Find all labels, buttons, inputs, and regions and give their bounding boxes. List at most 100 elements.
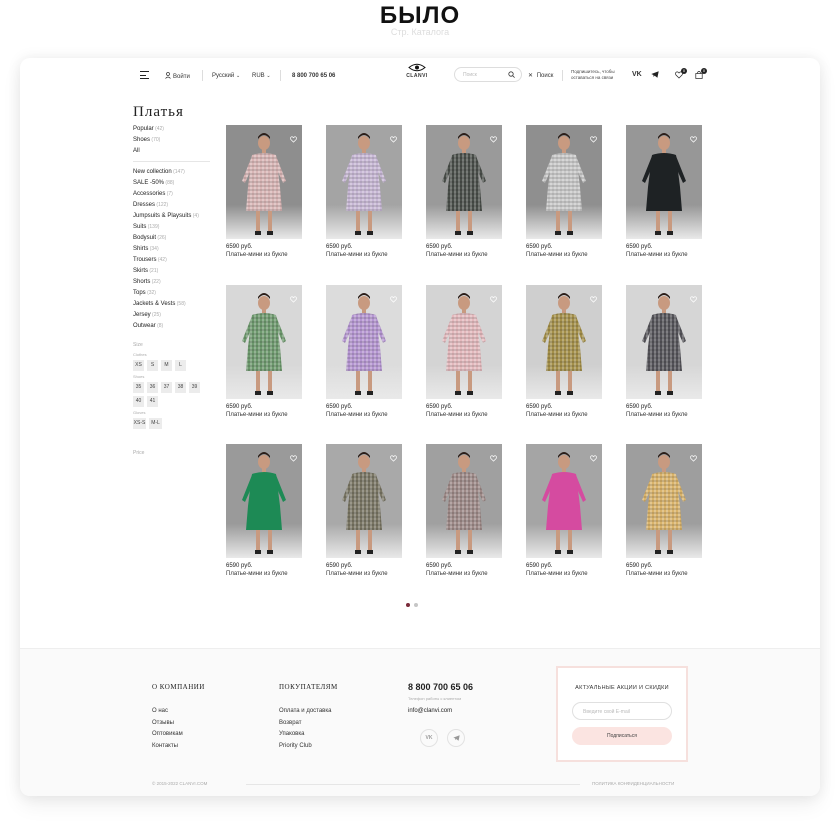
product-photo[interactable] xyxy=(326,285,402,399)
sidebar-category-9[interactable]: Skirts (21) xyxy=(133,266,213,277)
product-photo[interactable] xyxy=(526,285,602,399)
product-photo[interactable] xyxy=(326,444,402,558)
product-card[interactable]: 6590 руб. Платье-мини из букле xyxy=(326,444,402,579)
header-phone[interactable]: 8 800 700 65 06 xyxy=(292,72,335,80)
product-name[interactable]: Платье-мини из букле xyxy=(326,570,402,579)
product-name[interactable]: Платье-мини из букле xyxy=(426,411,502,420)
heart-icon[interactable] xyxy=(690,449,697,467)
product-card[interactable]: 6590 руб. Платье-мини из букле xyxy=(326,285,402,420)
product-card[interactable]: 6590 руб. Платье-мини из букле xyxy=(526,285,602,420)
product-photo[interactable] xyxy=(426,285,502,399)
sidebar-category-4[interactable]: Jumpsuits & Playsuits (4) xyxy=(133,211,213,222)
footer-company-link-3[interactable]: Контакты xyxy=(152,741,205,753)
product-name[interactable]: Платье-мини из букле xyxy=(326,251,402,260)
cart-button[interactable]: 0 xyxy=(695,68,707,79)
sidebar-category-8[interactable]: Trousers (42) xyxy=(133,255,213,266)
size-option[interactable]: M xyxy=(161,360,172,371)
footer-email[interactable]: info@clanvi.com xyxy=(408,708,452,714)
size-option[interactable]: 40 xyxy=(133,396,144,407)
sidebar-category-11[interactable]: Tops (32) xyxy=(133,288,213,299)
sidebar-top-link-0[interactable]: Popular (42) xyxy=(133,124,213,135)
search-close[interactable]: ✕ Поиск xyxy=(528,72,553,80)
heart-icon[interactable] xyxy=(690,130,697,148)
sidebar-top-link-2[interactable]: All xyxy=(133,146,213,157)
product-card[interactable]: 6590 руб. Платье-мини из букле xyxy=(226,125,302,260)
product-name[interactable]: Платье-мини из букле xyxy=(526,251,602,260)
subscribe-button[interactable]: Подписаться xyxy=(572,727,672,745)
product-card[interactable]: 6590 руб. Платье-мини из букле xyxy=(226,444,302,579)
heart-icon[interactable] xyxy=(290,290,297,308)
menu-icon[interactable] xyxy=(140,71,149,79)
product-card[interactable]: 6590 руб. Платье-мини из букле xyxy=(426,125,502,260)
size-option[interactable]: XS xyxy=(133,360,144,371)
pagination-dot[interactable] xyxy=(414,603,418,607)
product-photo[interactable] xyxy=(626,285,702,399)
product-card[interactable]: 6590 руб. Платье-мини из букле xyxy=(526,444,602,579)
size-option[interactable]: L xyxy=(175,360,186,371)
pagination-dot[interactable] xyxy=(406,603,410,607)
sidebar-category-13[interactable]: Jersey (25) xyxy=(133,310,213,321)
product-photo[interactable] xyxy=(226,125,302,239)
product-name[interactable]: Платье-мини из букле xyxy=(226,570,302,579)
heart-icon[interactable] xyxy=(490,130,497,148)
product-photo[interactable] xyxy=(526,125,602,239)
sidebar-category-5[interactable]: Suits (139) xyxy=(133,222,213,233)
size-option[interactable]: 36 xyxy=(147,382,158,393)
product-card[interactable]: 6590 руб. Платье-мини из букле xyxy=(626,125,702,260)
product-name[interactable]: Платье-мини из букле xyxy=(226,251,302,260)
size-option[interactable]: XS-S xyxy=(133,418,146,429)
sidebar-category-3[interactable]: Dresses (122) xyxy=(133,200,213,211)
search-icon[interactable] xyxy=(508,71,515,78)
sidebar-category-14[interactable]: Outwear (8) xyxy=(133,321,213,332)
product-card[interactable]: 6590 руб. Платье-мини из букле xyxy=(426,285,502,420)
size-option[interactable]: M-L xyxy=(149,418,162,429)
product-photo[interactable] xyxy=(626,125,702,239)
product-card[interactable]: 6590 руб. Платье-мини из букле xyxy=(226,285,302,420)
heart-icon[interactable] xyxy=(490,290,497,308)
product-photo[interactable] xyxy=(626,444,702,558)
footer-company-link-2[interactable]: Оптовикам xyxy=(152,729,205,741)
product-name[interactable]: Платье-мини из букле xyxy=(226,411,302,420)
heart-icon[interactable] xyxy=(390,290,397,308)
login-link[interactable]: Войти xyxy=(165,72,190,81)
product-name[interactable]: Платье-мини из букле xyxy=(526,411,602,420)
sidebar-category-6[interactable]: Bodysuit (26) xyxy=(133,233,213,244)
product-card[interactable]: 6590 руб. Платье-мини из букле xyxy=(326,125,402,260)
size-option[interactable]: S xyxy=(147,360,158,371)
sidebar-top-link-1[interactable]: Shoes (70) xyxy=(133,135,213,146)
size-option[interactable]: 38 xyxy=(175,382,186,393)
sidebar-category-7[interactable]: Shirts (34) xyxy=(133,244,213,255)
product-photo[interactable] xyxy=(326,125,402,239)
wishlist-button[interactable]: 0 xyxy=(675,68,687,79)
sidebar-category-0[interactable]: New collection (147) xyxy=(133,167,213,178)
product-photo[interactable] xyxy=(226,285,302,399)
privacy-link[interactable]: ПОЛИТИКА КОНФИДЕНЦИАЛЬНОСТИ xyxy=(592,781,674,786)
product-photo[interactable] xyxy=(226,444,302,558)
currency-select[interactable]: RUB ⌄ xyxy=(252,72,271,80)
search-input[interactable]: Поиск xyxy=(454,67,522,82)
sidebar-category-10[interactable]: Shorts (22) xyxy=(133,277,213,288)
footer-customers-link-0[interactable]: Оплата и доставка xyxy=(279,706,338,718)
footer-vk-link[interactable]: VK xyxy=(420,729,438,747)
size-option[interactable]: 37 xyxy=(161,382,172,393)
product-photo[interactable] xyxy=(526,444,602,558)
heart-icon[interactable] xyxy=(390,130,397,148)
sidebar-category-12[interactable]: Jackets & Vests (58) xyxy=(133,299,213,310)
product-name[interactable]: Платье-мини из букле xyxy=(426,570,502,579)
heart-icon[interactable] xyxy=(390,449,397,467)
product-card[interactable]: 6590 руб. Платье-мини из букле xyxy=(626,285,702,420)
heart-icon[interactable] xyxy=(290,449,297,467)
product-name[interactable]: Платье-мини из букле xyxy=(626,251,702,260)
footer-phone[interactable]: 8 800 700 65 06 xyxy=(408,682,473,692)
promo-email-input[interactable]: Введите свой E-mail xyxy=(572,702,672,720)
vk-link[interactable]: VK xyxy=(632,71,642,78)
footer-customers-link-2[interactable]: Упаковка xyxy=(279,729,338,741)
heart-icon[interactable] xyxy=(690,290,697,308)
size-option[interactable]: 39 xyxy=(189,382,200,393)
product-name[interactable]: Платье-мини из букле xyxy=(526,570,602,579)
product-photo[interactable] xyxy=(426,125,502,239)
heart-icon[interactable] xyxy=(590,449,597,467)
footer-telegram-link[interactable] xyxy=(447,729,465,747)
footer-company-link-0[interactable]: О нас xyxy=(152,706,205,718)
product-photo[interactable] xyxy=(426,444,502,558)
